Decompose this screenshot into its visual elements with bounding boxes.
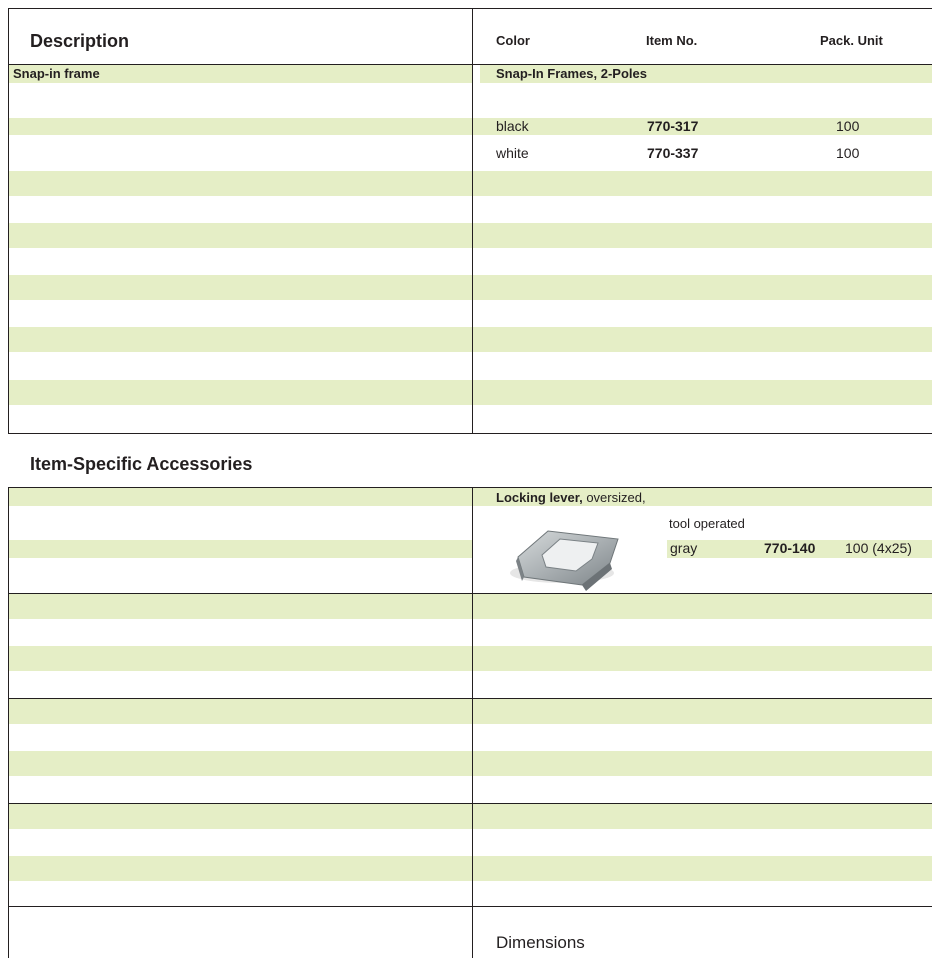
band [9,327,472,352]
band [473,751,932,776]
band [9,488,472,506]
header-description: Description [30,31,130,51]
band [9,171,472,196]
top-rule-top [8,8,932,9]
section1-bottom-rule [8,433,932,434]
band [9,751,472,776]
band [9,275,472,300]
band [9,699,472,724]
band [473,699,932,724]
accessory-title-rest: oversized, [582,490,646,505]
band [473,118,932,135]
band [473,804,932,829]
band [473,275,932,300]
accessory-row-pack-unit: 100 (4x25) [845,540,912,556]
header-color: Color [496,33,530,48]
accessories-heading: Item-Specific Accessories [30,454,253,474]
accessory-title: Locking lever, oversized, [496,490,646,505]
accessory-row-color: gray [670,540,698,556]
band [473,380,932,405]
band [473,223,932,248]
row-black-pack-unit: 100 [836,118,860,134]
band [473,856,932,881]
band [9,856,472,881]
row-white-pack-unit: 100 [836,145,860,161]
section1-right-title: Snap-In Frames, 2-Poles [496,66,647,81]
band [9,118,472,135]
row-black-item-no: 770-317 [647,118,699,134]
accessory-title-bold: Locking lever, [496,490,583,505]
band [9,646,472,671]
header-pack-unit: Pack. Unit [820,33,883,48]
row-white-color: white [496,145,529,161]
band [9,540,472,558]
accessory-row-item-no: 770-140 [764,540,816,556]
header-item-no: Item No. [646,33,698,48]
band [473,594,932,619]
row-white-item-no: 770-337 [647,145,699,161]
band [9,804,472,829]
dimensions-heading: Dimensions [496,933,585,952]
band [473,171,932,196]
row-black-color: black [496,118,529,134]
band [9,380,472,405]
group-rule [8,906,932,907]
accessory-subtitle: tool operated [669,516,745,531]
band [473,646,932,671]
column-divider-top [472,8,473,433]
locking-lever-image [498,511,628,593]
band [473,327,932,352]
band [9,223,472,248]
section1-left-title: Snap-in frame [13,66,100,81]
band [9,594,472,619]
